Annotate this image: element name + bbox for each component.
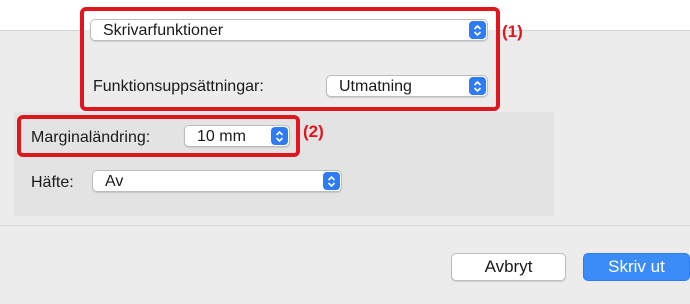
highlight-box-2 — [17, 115, 300, 157]
print-button[interactable]: Skriv ut — [583, 253, 690, 281]
cancel-button[interactable]: Avbryt — [451, 253, 566, 281]
highlight-box-1 — [80, 7, 500, 111]
divider-right — [496, 30, 690, 31]
divider-left — [0, 30, 82, 31]
booklet-value: Av — [105, 173, 124, 190]
booklet-popup[interactable]: Av — [92, 170, 342, 192]
callout-1: (1) — [502, 22, 523, 41]
callout-2: (2) — [303, 122, 324, 141]
up-down-chevron-icon — [323, 172, 340, 190]
footer-divider — [0, 225, 690, 226]
print-dialog: Skrivarfunktioner Funktionsuppsättningar… — [0, 0, 690, 304]
booklet-label: Häfte: — [31, 174, 74, 191]
